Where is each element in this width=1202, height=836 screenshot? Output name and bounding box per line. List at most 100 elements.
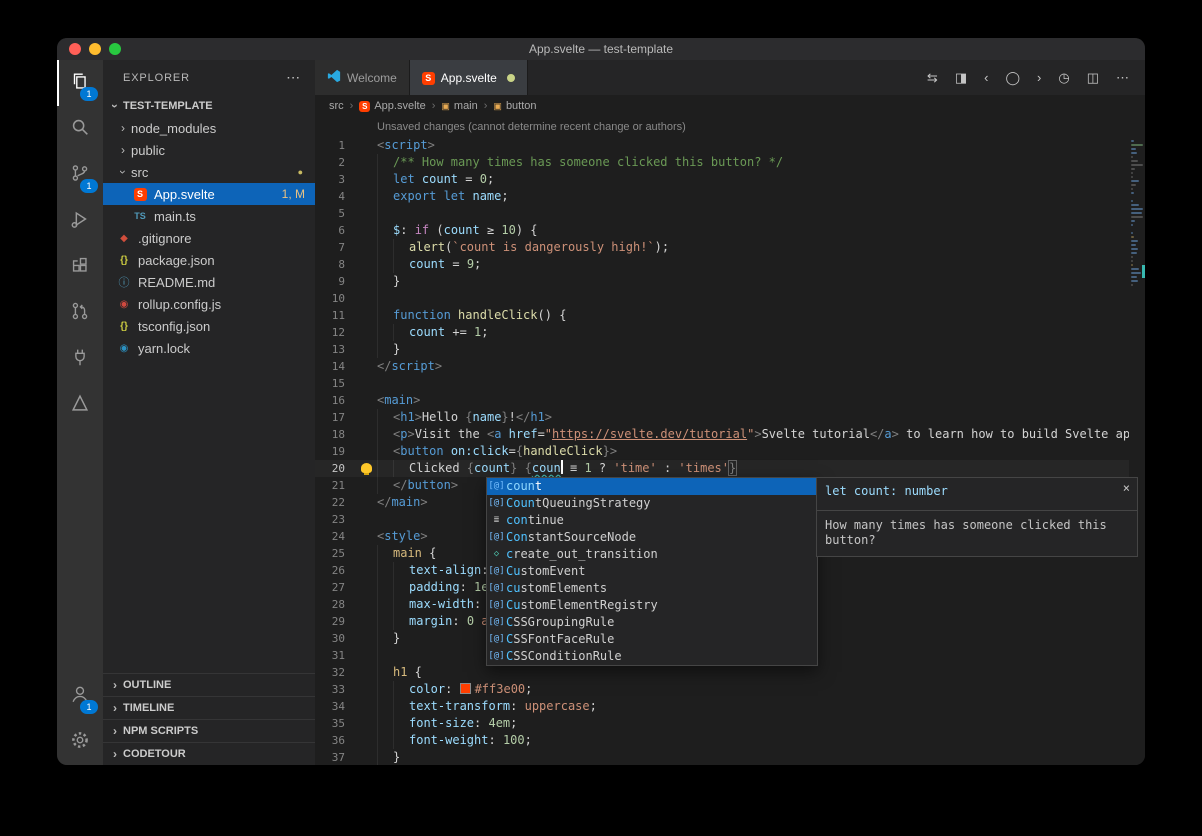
tree-item-tsconfig.json[interactable]: {}tsconfig.json (103, 315, 315, 337)
tree-item-rollup.config.js[interactable]: ◉rollup.config.js (103, 293, 315, 315)
open-preview-icon[interactable]: ◨ (955, 70, 967, 86)
activity-bar-search[interactable] (57, 106, 103, 152)
line-number: 35 (315, 715, 359, 732)
tree-item-package.json[interactable]: {}package.json (103, 249, 315, 271)
current-change-icon[interactable]: ◯ (1005, 70, 1020, 86)
close-icon[interactable]: × (1123, 480, 1130, 497)
file-label: node_modules (131, 121, 216, 136)
code-line: 20Clicked {count} {coun ≡ 1 ? 'time' : '… (315, 460, 1145, 477)
activity-bar-explorer[interactable]: 1 (57, 60, 103, 106)
window-title: App.svelte — test-template (529, 42, 673, 56)
file-icon: S (131, 188, 149, 201)
minimap-line (1131, 224, 1133, 226)
color-swatch (460, 683, 471, 694)
tree-item-src[interactable]: ›src● (103, 161, 315, 183)
line-number: 12 (315, 324, 359, 341)
tree-item-App.svelte[interactable]: SApp.svelte1, M (103, 183, 315, 205)
activity-bar-run-debug[interactable] (57, 198, 103, 244)
breadcrumb-item-main[interactable]: ▣main (441, 100, 477, 112)
indent-guide (393, 715, 409, 732)
code-line: 11function handleClick() { (315, 307, 1145, 324)
suggestion-create_out_transition[interactable]: ◇create_out_transition (487, 546, 817, 563)
tab-welcome[interactable]: Welcome (315, 60, 410, 95)
code-text: } (377, 273, 400, 290)
activity-bar-github-pull-requests[interactable] (57, 290, 103, 336)
tree-item-public[interactable]: ›public (103, 139, 315, 161)
minimize-window-button[interactable] (89, 43, 101, 55)
suggestion-CustomElementRegistry[interactable]: [@]CustomElementRegistry (487, 597, 817, 614)
svelte-icon: S (134, 188, 147, 201)
line-number: 20 (315, 460, 359, 477)
next-change-icon[interactable]: › (1037, 70, 1041, 85)
activity-bar-azure[interactable] (57, 382, 103, 428)
glyph-margin (359, 154, 377, 171)
section-outline[interactable]: ›OUTLINE (103, 673, 315, 696)
file-tree: ›node_modules›public›src●SApp.svelte1, M… (103, 117, 315, 673)
badge: 1 (80, 87, 98, 101)
previous-change-icon[interactable]: ‹ (984, 70, 988, 85)
suggestion-label: ConstantSourceNode (506, 529, 636, 546)
suggestion-CountQueuingStrategy[interactable]: [@]CountQueuingStrategy (487, 495, 817, 512)
sidebar-sections: ›OUTLINE›TIMELINE›NPM SCRIPTS›CODETOUR (103, 673, 315, 765)
activity-bar-source-control[interactable]: 1 (57, 152, 103, 198)
breadcrumb-item-src[interactable]: src (329, 100, 344, 112)
zoom-window-button[interactable] (109, 43, 121, 55)
minimap-line (1131, 280, 1138, 282)
tree-item-yarn.lock[interactable]: ◉yarn.lock (103, 337, 315, 359)
glyph-margin (359, 392, 377, 409)
activity-bar-spacer (57, 428, 103, 673)
code-text: let count = 0; (377, 171, 494, 188)
tree-item-node_modules[interactable]: ›node_modules (103, 117, 315, 139)
line-number: 8 (315, 256, 359, 273)
suggestion-CustomEvent[interactable]: [@]CustomEvent (487, 563, 817, 580)
lightbulb-icon[interactable] (361, 463, 372, 473)
indent-guide (393, 732, 409, 749)
glyph-margin (359, 443, 377, 460)
code-text: /** How many times has someone clicked t… (377, 154, 783, 171)
breadcrumb-item-app-svelte[interactable]: SApp.svelte (359, 100, 425, 112)
project-name: TEST-TEMPLATE (123, 100, 213, 112)
code-text (377, 205, 393, 222)
code-text: font-size: 4em; (377, 715, 517, 732)
suggestion-continue[interactable]: ≣continue (487, 512, 817, 529)
code-line: 7alert(`count is dangerously high!`); (315, 239, 1145, 256)
code-editor[interactable]: 1<script>2/** How many times has someone… (315, 137, 1145, 765)
section-codetour[interactable]: ›CODETOUR (103, 742, 315, 765)
tab-app-svelte[interactable]: SApp.svelte (410, 60, 528, 95)
suggestion-CSSConditionRule[interactable]: [@]CSSConditionRule (487, 648, 817, 665)
split-editor-icon[interactable]: ◫ (1087, 70, 1099, 86)
activity-bar-accounts[interactable]: 1 (57, 673, 103, 719)
glyph-margin (359, 222, 377, 239)
indent-guide (393, 698, 409, 715)
minimap-line (1131, 260, 1133, 262)
code-line: 37} (315, 749, 1145, 765)
breadcrumb-item-button[interactable]: ▣button (493, 100, 536, 112)
section-npm-scripts[interactable]: ›NPM SCRIPTS (103, 719, 315, 742)
tree-item-README.md[interactable]: ⓘREADME.md (103, 271, 315, 293)
suggestion-CSSGroupingRule[interactable]: [@]CSSGroupingRule (487, 614, 817, 631)
suggestion-CSSFontFaceRule[interactable]: [@]CSSFontFaceRule (487, 631, 817, 648)
glyph-margin (359, 171, 377, 188)
svelte-icon: S (359, 101, 370, 112)
tree-item-main.ts[interactable]: TSmain.ts (103, 205, 315, 227)
section-timeline[interactable]: ›TIMELINE (103, 696, 315, 719)
project-section-header[interactable]: › TEST-TEMPLATE (103, 95, 315, 117)
close-window-button[interactable] (69, 43, 81, 55)
activity-bar-remote-explorer[interactable] (57, 336, 103, 382)
minimap-line (1131, 152, 1137, 154)
code-text: count += 1; (377, 324, 489, 341)
suggestion-count[interactable]: [@]count (487, 478, 817, 495)
more-actions-icon[interactable]: ⋯ (286, 69, 301, 86)
minimap[interactable] (1129, 137, 1145, 765)
more-actions-icon[interactable]: ⋯ (1116, 70, 1129, 86)
explorer-sidebar: EXPLORER ⋯ › TEST-TEMPLATE ›node_modules… (103, 60, 315, 765)
minimap-line (1131, 256, 1133, 258)
open-changes-icon[interactable]: ⇆ (927, 70, 938, 86)
tree-item-.gitignore[interactable]: ◆.gitignore (103, 227, 315, 249)
activity-bar-extensions[interactable] (57, 244, 103, 290)
suggestion-ConstantSourceNode[interactable]: [@]ConstantSourceNode (487, 529, 817, 546)
suggestion-customElements[interactable]: [@]customElements (487, 580, 817, 597)
activity-bar-settings-gear[interactable] (57, 719, 103, 765)
glyph-margin (359, 647, 377, 664)
timeline-icon[interactable]: ◷ (1058, 70, 1069, 86)
